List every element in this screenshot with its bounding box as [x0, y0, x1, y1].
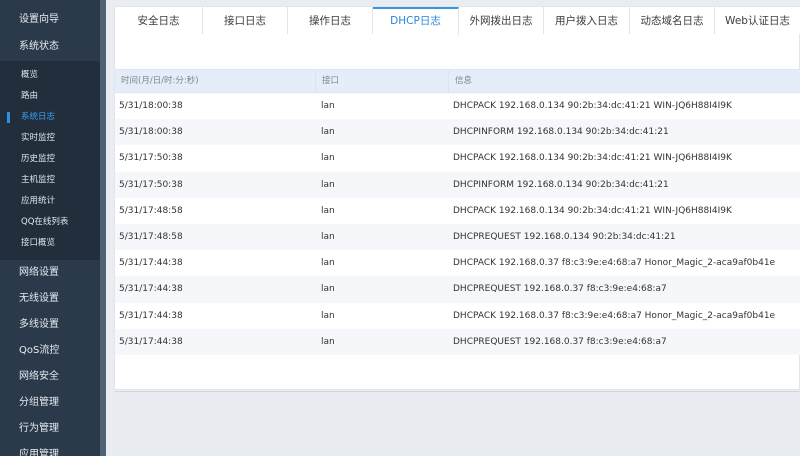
time-cell: 5/31/18:00:38	[119, 101, 183, 111]
interface-cell: lan	[321, 153, 335, 164]
log-tabs: 安全日志 接口日志 操作日志 DHCP日志 外网拨出日志 用户拨入日志 动态域名…	[115, 7, 800, 35]
interface-cell: lan	[321, 205, 335, 216]
table-row: 5/31/17:44:38 lan DHCPACK 192.168.0.37 f8:…	[115, 250, 800, 277]
sidebar-item-wireless-settings[interactable]: 无线设置	[0, 286, 103, 312]
table-row: 5/31/17:48:58 lan DHCPACK 192.168.0.134 90…	[115, 197, 800, 224]
column-header-info: 信息	[455, 76, 473, 86]
tab-interface-log[interactable]: 接口日志	[203, 7, 288, 34]
table-row: 5/31/18:00:38 lan DHCPACK 192.168.0.134 90…	[115, 93, 800, 120]
sidebar-item-system-status[interactable]: 系统状态	[0, 33, 103, 61]
info-cell: DHCPACK 192.168.0.134 90:2b:34:dc:41:21 …	[453, 153, 732, 164]
info-cell: DHCPACK 192.168.0.37 f8:c3:9e:e4:68:a7 H…	[453, 258, 776, 269]
sidebar-item-setup-wizard[interactable]: 设置向导	[0, 0, 103, 33]
time-cell: 5/31/17:48:58	[119, 231, 183, 242]
interface-cell: lan	[321, 284, 335, 295]
interface-cell: lan	[321, 101, 335, 111]
info-cell: DHCPINFORM 192.168.0.134 90:2b:34:dc:41:…	[453, 127, 669, 138]
table-row: 5/31/17:44:38 lan DHCPREQUEST 192.168.0.37…	[115, 328, 800, 355]
sidebar: 设置向导 系统状态 概览 路由 系统日志 实时监控 历史监控 主机监控 应用统计…	[0, 0, 103, 456]
time-cell: 5/31/17:50:38	[119, 179, 183, 190]
sidebar-subitem-history-monitor[interactable]: 历史监控	[0, 149, 103, 170]
interface-cell: lan	[321, 179, 335, 190]
column-header-time: 时间(月/日/时:分:秒)	[115, 70, 316, 93]
tab-user-dialin-log[interactable]: 用户拨入日志	[544, 7, 630, 34]
interface-cell: lan	[321, 231, 335, 242]
interface-cell: lan	[321, 310, 335, 321]
sidebar-item-app-management[interactable]: 应用管理	[0, 442, 103, 456]
table-row: 5/31/17:50:38 lan DHCPACK 192.168.0.134 90…	[115, 145, 800, 172]
time-cell: 5/31/17:50:38	[119, 153, 183, 164]
sidebar-item-network-settings[interactable]: 网络设置	[0, 260, 103, 286]
table-row: 5/31/17:48:58 lan DHCPREQUEST 192.168.0.13…	[115, 223, 800, 251]
info-cell: DHCPREQUEST 192.168.0.134 90:2b:34:dc:41…	[453, 231, 676, 242]
table-row: 5/31/17:44:38 lan DHCPACK 192.168.0.37 f8:…	[115, 302, 800, 329]
sidebar-subitem-routing[interactable]: 路由	[0, 86, 103, 107]
sidebar-item-behavior-management[interactable]: 行为管理	[0, 416, 103, 442]
panel-bottom-border	[115, 391, 800, 392]
sidebar-subitem-overview[interactable]: 概览	[0, 65, 103, 86]
column-header-interface: 接口	[316, 70, 449, 93]
time-cell: 5/31/17:44:38	[119, 336, 183, 347]
info-cell: DHCPINFORM 192.168.0.134 90:2b:34:dc:41:…	[453, 179, 669, 190]
info-cell: DHCPACK 192.168.0.37 f8:c3:9e:e4:68:a7 H…	[453, 310, 776, 321]
sidebar-subitem-system-log[interactable]: 系统日志	[0, 107, 103, 128]
sidebar-item-qos[interactable]: QoS流控	[0, 338, 103, 364]
sidebar-subitem-host-monitor[interactable]: 主机监控	[0, 170, 103, 191]
tab-security-log[interactable]: 安全日志	[115, 7, 203, 34]
sidebar-divider	[100, 0, 106, 456]
sidebar-submenu: 概览 路由 系统日志 实时监控 历史监控 主机监控 应用统计 QQ在线列表 接口…	[0, 61, 103, 260]
table-header: 时间(月/日/时:分:秒) 接口 信息	[115, 69, 800, 93]
tab-wan-dialout-log[interactable]: 外网拨出日志	[459, 7, 544, 34]
time-cell: 5/31/18:00:38	[119, 127, 183, 138]
interface-cell: lan	[321, 258, 335, 269]
sidebar-subitem-qq-online[interactable]: QQ在线列表	[0, 212, 103, 233]
sidebar-subitem-realtime-monitor[interactable]: 实时监控	[0, 128, 103, 149]
sidebar-subitem-app-stats[interactable]: 应用统计	[0, 191, 103, 212]
tab-ddns-log[interactable]: 动态域名日志	[630, 7, 715, 34]
sidebar-item-multiline-settings[interactable]: 多线设置	[0, 312, 103, 338]
sidebar-item-group-management[interactable]: 分组管理	[0, 390, 103, 416]
sidebar-subitem-interface-overview[interactable]: 接口概览	[0, 233, 103, 254]
tab-web-auth-log[interactable]: Web认证日志	[715, 7, 800, 34]
table-row: 5/31/18:00:38 lan DHCPINFORM 192.168.0.134…	[115, 119, 800, 146]
info-cell: DHCPACK 192.168.0.134 90:2b:34:dc:41:21 …	[453, 205, 732, 216]
sidebar-item-network-security[interactable]: 网络安全	[0, 364, 103, 390]
log-panel: 安全日志 接口日志 操作日志 DHCP日志 外网拨出日志 用户拨入日志 动态域名…	[114, 6, 800, 392]
info-cell: DHCPREQUEST 192.168.0.37 f8:c3:9e:e4:68:…	[453, 284, 667, 295]
time-cell: 5/31/17:44:38	[119, 310, 183, 321]
interface-cell: lan	[321, 127, 335, 138]
time-cell: 5/31/17:48:58	[119, 205, 183, 216]
info-cell: DHCPACK 192.168.0.134 90:2b:34:dc:41:21 …	[453, 101, 732, 111]
dhcp-log-table: 时间(月/日/时:分:秒) 接口 信息 5/31/18:00:38 lan DHCP…	[115, 69, 800, 355]
info-cell: DHCPREQUEST 192.168.0.37 f8:c3:9e:e4:68:…	[453, 336, 667, 347]
table-row: 5/31/17:50:38 lan DHCPINFORM 192.168.0.134…	[115, 171, 800, 198]
time-cell: 5/31/17:44:38	[119, 258, 183, 269]
table-row: 5/31/17:44:38 lan DHCPREQUEST 192.168.0.37…	[115, 276, 800, 303]
tab-dhcp-log[interactable]: DHCP日志	[373, 7, 459, 35]
table-body: 5/31/18:00:38 lan DHCPACK 192.168.0.134 90…	[115, 93, 800, 355]
time-cell: 5/31/17:44:38	[119, 284, 183, 295]
interface-cell: lan	[321, 336, 335, 347]
tab-operation-log[interactable]: 操作日志	[288, 7, 373, 34]
